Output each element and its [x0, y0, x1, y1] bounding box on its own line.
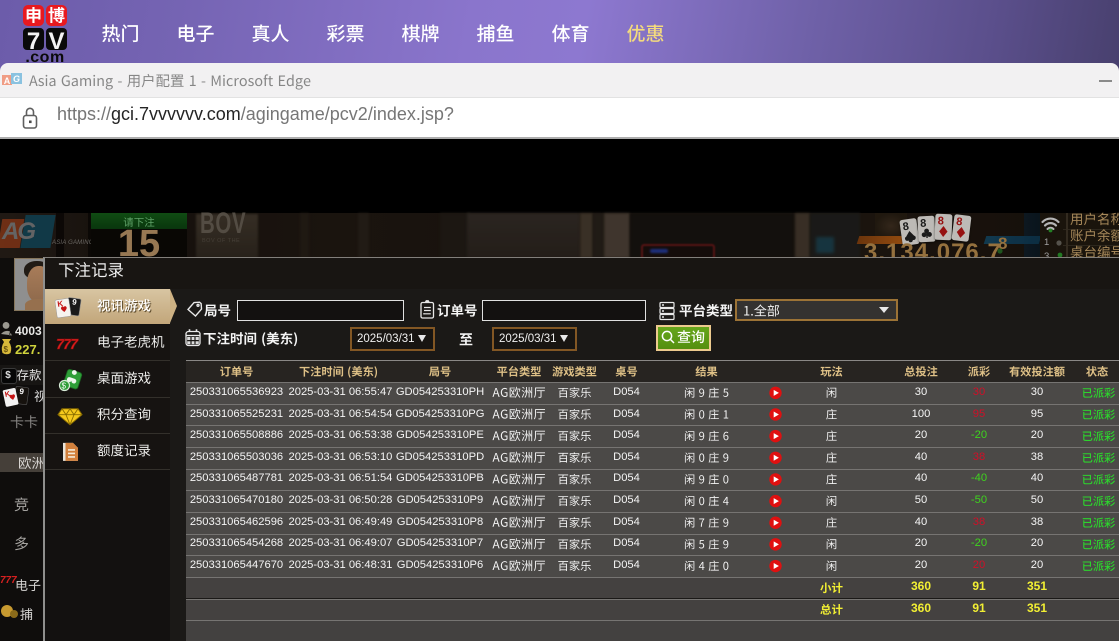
svg-text:*: * [9, 332, 12, 341]
svg-text:8: 8 [902, 221, 910, 234]
svg-text:9: 9 [19, 387, 25, 397]
svg-text:K: K [4, 389, 12, 399]
svg-text:$: $ [4, 345, 9, 354]
svg-text:777: 777 [56, 336, 79, 353]
svg-text:8: 8 [937, 215, 944, 227]
svg-text:8: 8 [955, 216, 963, 229]
svg-text:8: 8 [920, 218, 927, 230]
svg-text:9: 9 [72, 297, 78, 307]
svg-text:K: K [57, 299, 64, 309]
svg-text:$: $ [62, 382, 67, 391]
